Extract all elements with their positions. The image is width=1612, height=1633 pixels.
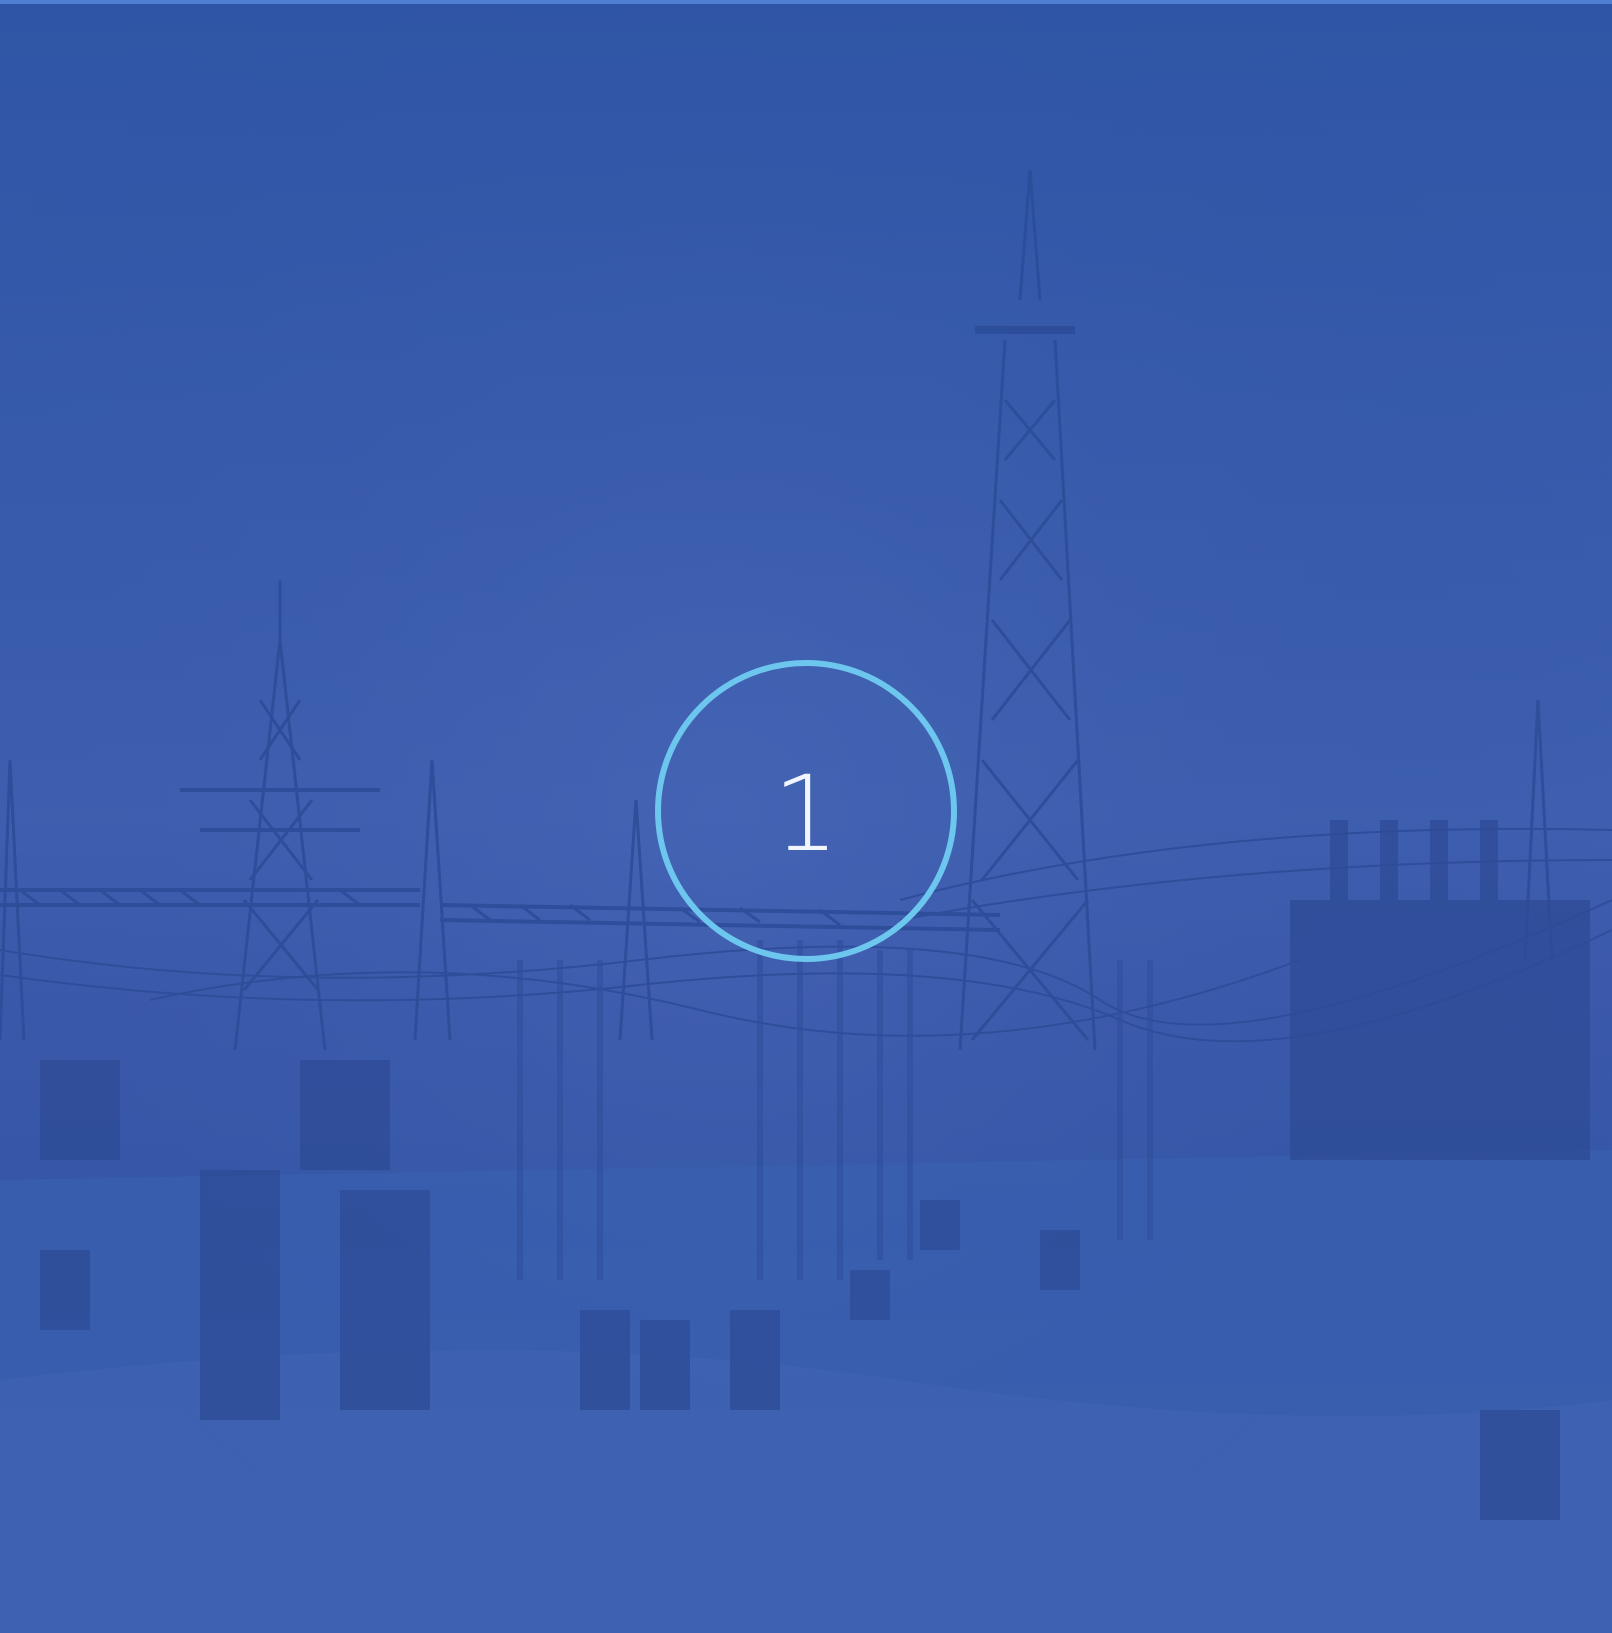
step-number-ring: 1 bbox=[655, 660, 957, 962]
hero-panel: 1 bbox=[0, 0, 1612, 1633]
step-number: 1 bbox=[772, 753, 840, 875]
